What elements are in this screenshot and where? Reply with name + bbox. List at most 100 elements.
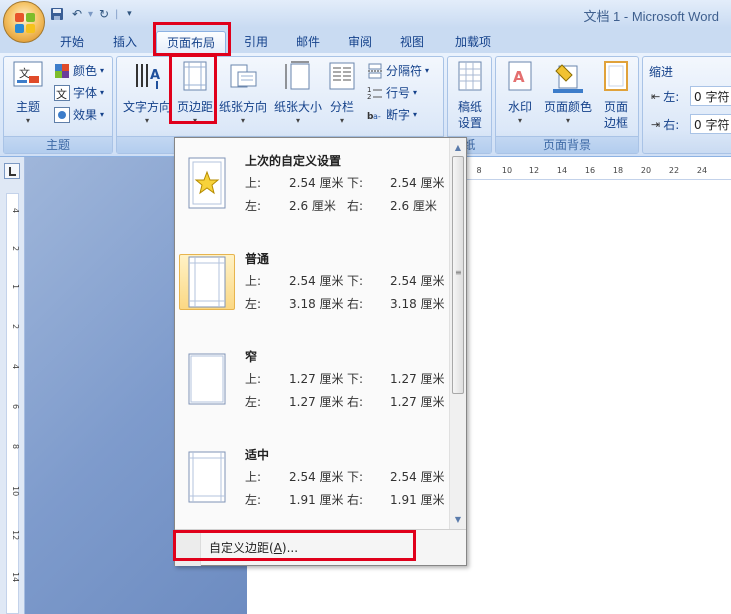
margin-option-name: 普通 [245, 252, 270, 266]
breaks-icon [367, 63, 383, 79]
page-margin-thumbnail-icon [188, 157, 226, 209]
tab-mailings[interactable]: 邮件 [286, 31, 330, 53]
orientation-icon [228, 61, 258, 93]
chevron-down-icon: ▾ [25, 116, 30, 125]
themes-group-label: 主题 [4, 136, 112, 153]
page-color-button[interactable]: 页面颜色 ▾ [542, 61, 594, 127]
office-button[interactable] [3, 1, 45, 43]
line-numbers-button[interactable]: 12 行号 ▾ [367, 83, 417, 103]
margin-option-moderate[interactable]: 适中 上: 2.54 厘米 下: 2.54 厘米 左: 1.91 厘米 右: 1… [177, 436, 449, 532]
watermark-icon: A [505, 61, 535, 93]
svg-text:文: 文 [19, 66, 30, 80]
grip-icon: ≡ [455, 268, 462, 277]
page-borders-icon [601, 61, 631, 93]
columns-icon [327, 61, 357, 93]
text-direction-button[interactable]: A 文字方向 ▾ [122, 61, 172, 127]
indent-right-icon: ⇥ [651, 118, 661, 131]
qat-separator: | [115, 8, 119, 20]
scroll-thumb[interactable]: ≡ [452, 156, 464, 394]
custom-margins-label: 自定义边距(A)... [209, 541, 299, 555]
page-margin-thumbnail-icon [188, 256, 226, 308]
margin-option-name: 适中 [245, 448, 270, 462]
line-numbers-icon: 12 [367, 85, 383, 101]
tab-page-layout[interactable]: 页面布局 [156, 31, 226, 53]
margins-button[interactable]: 页边距 ▾ [175, 61, 215, 127]
chevron-down-icon: ▾ [425, 66, 430, 75]
chevron-down-icon: ▾ [100, 110, 105, 119]
text-direction-icon: A [132, 61, 162, 93]
page-margin-thumbnail-icon [188, 353, 226, 405]
page-background-group-label: 页面背景 [496, 136, 638, 153]
chevron-down-icon: ▾ [565, 116, 570, 125]
themes-button[interactable]: 文 主题 ▾ [8, 61, 48, 127]
page-background-group: A 水印 ▾ 页面颜色 ▾ 页面 边框 页面背景 [495, 56, 639, 154]
undo-icon[interactable]: ↶ [68, 5, 86, 23]
draft-paper-button[interactable]: 稿纸 设置 [450, 61, 490, 131]
horizontal-ruler: 8 10 12 14 16 18 20 22 24 [467, 164, 731, 180]
palette-icon [54, 63, 70, 79]
indent-right-input[interactable]: 0 字符 [690, 114, 731, 134]
undo-dropdown-icon[interactable]: ▾ [88, 9, 93, 20]
chevron-down-icon: ▾ [339, 116, 344, 125]
indent-left-label: 左: [663, 90, 680, 104]
paint-bucket-icon [553, 61, 583, 93]
tab-home[interactable]: 开始 [50, 31, 94, 53]
chevron-down-icon: ▾ [100, 88, 105, 97]
svg-text:A: A [513, 68, 525, 86]
scroll-down-icon[interactable]: ▼ [450, 512, 466, 528]
effects-icon [54, 107, 70, 123]
tab-addins[interactable]: 加载项 [446, 31, 500, 53]
quick-access-toolbar: ↶ ▾ ↻ | ▾ [48, 4, 138, 24]
title-bar: ↶ ▾ ↻ | ▾ 文档 1 - Microsoft Word [0, 0, 731, 28]
page-size-icon [283, 61, 313, 93]
indent-left-input[interactable]: 0 字符 [690, 86, 731, 106]
custom-margins-menu-item[interactable]: 自定义边距(A)... [175, 529, 466, 566]
indent-right-label: 右: [663, 118, 680, 132]
theme-colors-button[interactable]: 颜色 ▾ [54, 61, 104, 81]
draft-paper-icon [455, 61, 485, 93]
chevron-down-icon: ▾ [295, 116, 300, 125]
tab-review[interactable]: 审阅 [338, 31, 382, 53]
orientation-button[interactable]: 纸张方向 ▾ [217, 61, 269, 127]
tab-references[interactable]: 引用 [234, 31, 278, 53]
theme-fonts-button[interactable]: 文 字体 ▾ [54, 83, 104, 103]
theme-effects-button[interactable]: 效果 ▾ [54, 105, 104, 125]
margin-option-last-custom[interactable]: 上次的自定义设置 上: 2.54 厘米 下: 2.54 厘米 左: 2.6 厘米… [177, 142, 449, 238]
office-logo-icon [15, 13, 35, 33]
tab-view[interactable]: 视图 [390, 31, 434, 53]
svg-text:文: 文 [56, 87, 67, 101]
size-button[interactable]: 纸张大小 ▾ [271, 61, 325, 127]
columns-button[interactable]: 分栏 ▾ [325, 61, 359, 127]
chevron-down-icon: ▾ [413, 88, 418, 97]
menu-scrollbar[interactable]: ▲ ≡ ▼ [449, 138, 466, 530]
chevron-down-icon: ▾ [413, 110, 418, 119]
font-icon: 文 [54, 85, 70, 101]
indent-left-icon: ⇤ [651, 90, 661, 103]
save-icon[interactable] [48, 5, 66, 23]
margins-dropdown-menu: 上次的自定义设置 上: 2.54 厘米 下: 2.54 厘米 左: 2.6 厘米… [174, 137, 467, 566]
margin-option-narrow[interactable]: 窄 上: 1.27 厘米 下: 1.27 厘米 左: 1.27 厘米 右: 1.… [177, 338, 449, 434]
window-title: 文档 1 - Microsoft Word [583, 9, 719, 24]
page-margin-thumbnail-icon [188, 451, 226, 503]
scroll-up-icon[interactable]: ▲ [450, 140, 466, 156]
redo-icon[interactable]: ↻ [95, 5, 113, 23]
tab-insert[interactable]: 插入 [103, 31, 147, 53]
hyphenation-button[interactable]: b a- 断字 ▾ [367, 105, 417, 125]
ribbon-tab-bar: 开始 插入 页面布局 引用 邮件 审阅 视图 加载项 [0, 28, 731, 53]
customize-icon[interactable]: ▾ [120, 5, 138, 23]
vertical-ruler-scale: 4 2 1 2 4 6 8 10 12 14 [6, 193, 20, 614]
chevron-down-icon: ▾ [100, 66, 105, 75]
tab-selector-button[interactable] [4, 163, 20, 179]
svg-text:2: 2 [367, 93, 371, 101]
watermark-button[interactable]: A 水印 ▾ [500, 61, 540, 127]
indent-title: 缩进 [649, 65, 674, 79]
chevron-down-icon: ▾ [192, 116, 197, 125]
themes-icon: 文 [13, 61, 43, 93]
page-borders-button[interactable]: 页面 边框 [596, 61, 636, 131]
svg-text:a-: a- [373, 112, 381, 121]
hyphenation-icon: b a- [367, 107, 383, 123]
margin-option-normal[interactable]: 普通 上: 2.54 厘米 下: 2.54 厘米 左: 3.18 厘米 右: 3… [177, 240, 449, 336]
breaks-button[interactable]: 分隔符 ▾ [367, 61, 429, 81]
svg-text:A: A [150, 68, 160, 83]
margin-option-name: 窄 [245, 350, 258, 364]
